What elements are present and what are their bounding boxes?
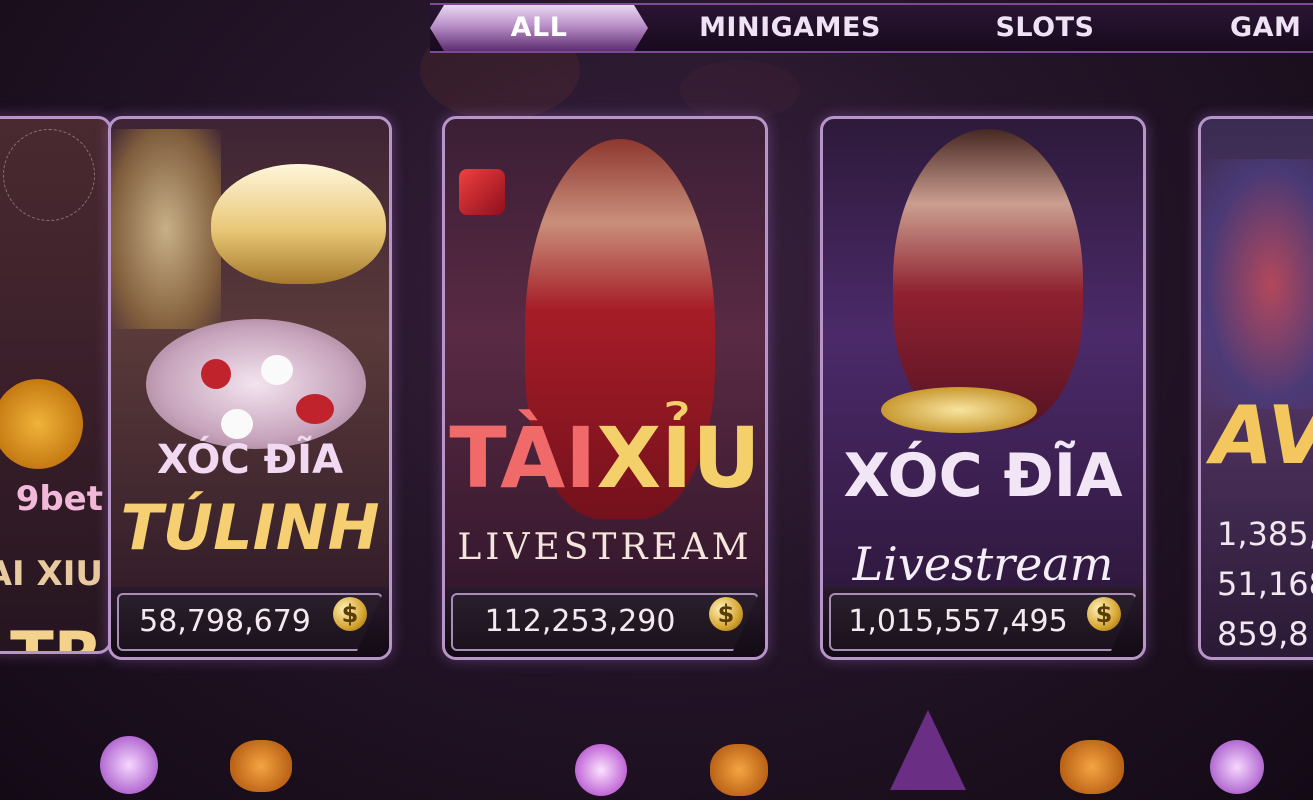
jackpot-value: 859,8 — [1217, 615, 1309, 653]
dollar-coin-icon: $ — [709, 597, 743, 631]
pumpkin-icon — [710, 744, 768, 796]
card-title-tai: TÀI — [449, 409, 597, 507]
candy-icon — [1210, 740, 1264, 794]
spider-web-decoration — [3, 129, 95, 221]
halloween-decoration — [0, 710, 1313, 800]
tab-all[interactable]: ALL — [430, 5, 648, 51]
dollar-coin-icon: $ — [333, 597, 367, 631]
bowl-icon — [211, 164, 386, 284]
card-title-line2: TR — [0, 619, 103, 651]
card-footer: 112,253,290 $ — [445, 587, 765, 657]
tab-slots[interactable]: SLOTS — [970, 5, 1120, 51]
tab-games[interactable]: GAM — [1230, 5, 1313, 51]
pumpkin-icon — [230, 740, 292, 792]
category-tab-bar: ALL MINIGAMES SLOTS GAM — [430, 3, 1313, 53]
tray-icon — [881, 387, 1037, 433]
chip-red-icon — [201, 359, 231, 389]
jackpot-value: 1,385, — [1217, 515, 1313, 553]
game-card-xoc-dia-tu-linh[interactable]: XÓC ĐĨA TÚLINH 58,798,679 $ — [108, 116, 392, 660]
game-card-tai-xiu-partial[interactable]: 9bet AI XIU TR — [0, 116, 112, 654]
card-title-line1: AI XIU — [0, 554, 103, 594]
card-artwork: XÓC ĐĨA TÚLINH — [111, 119, 389, 587]
pumpkin-icon — [1060, 740, 1124, 794]
card-title-top: XÓC ĐĨA — [843, 441, 1123, 511]
jackpot-value: 58,798,679 — [139, 604, 311, 639]
chip-white-icon — [261, 355, 293, 385]
jackpot-list: 1,385, 51,168 859,8 — [1217, 509, 1313, 657]
card-title-top: TÀIXỈU — [445, 409, 765, 507]
card-title-top: XÓC ĐĨA — [156, 437, 344, 483]
candy-icon — [575, 744, 627, 796]
candy-icon — [100, 736, 158, 794]
card-title-xiu: XỈU — [596, 409, 761, 507]
card-title-bottom: LIVESTREAM — [457, 527, 753, 568]
chip-white-icon — [221, 409, 253, 439]
plate-icon — [146, 319, 366, 449]
tab-minigames[interactable]: MINIGAMES — [680, 5, 900, 51]
dragon-figure — [111, 129, 221, 329]
dice-icon — [459, 169, 505, 215]
card-footer: 58,798,679 $ — [111, 587, 389, 657]
chip-red-icon — [296, 394, 334, 424]
card-title-bottom: Livestream — [852, 537, 1114, 591]
jackpot-value: 112,253,290 — [484, 604, 676, 639]
jackpot-value: 51,168 — [1217, 565, 1313, 603]
card-artwork: XÓC ĐĨA Livestream — [823, 119, 1143, 591]
jackpot-value: 1,015,557,495 — [848, 604, 1068, 639]
card-artwork: TÀIXỈU LIVESTREAM — [445, 119, 765, 587]
game-card-xoc-dia-livestream[interactable]: XÓC ĐĨA Livestream 1,015,557,495 $ — [820, 116, 1146, 660]
brand-label: 9bet — [15, 479, 103, 519]
film-reel-icon — [0, 379, 83, 469]
card-footer: 1,015,557,495 $ — [823, 587, 1143, 657]
background-glow — [680, 60, 800, 120]
card-title-bottom: TÚLINH — [120, 491, 380, 564]
game-card-tai-xiu-livestream[interactable]: TÀIXỈU LIVESTREAM 112,253,290 $ — [442, 116, 768, 660]
hero-figure — [1201, 159, 1313, 409]
card-title: AV — [1211, 389, 1313, 482]
dollar-coin-icon: $ — [1087, 597, 1121, 631]
game-card-avengers-partial[interactable]: AV 1,385, 51,168 859,8 — [1198, 116, 1313, 660]
host-figure — [893, 129, 1083, 429]
witch-hat-icon — [890, 710, 966, 790]
